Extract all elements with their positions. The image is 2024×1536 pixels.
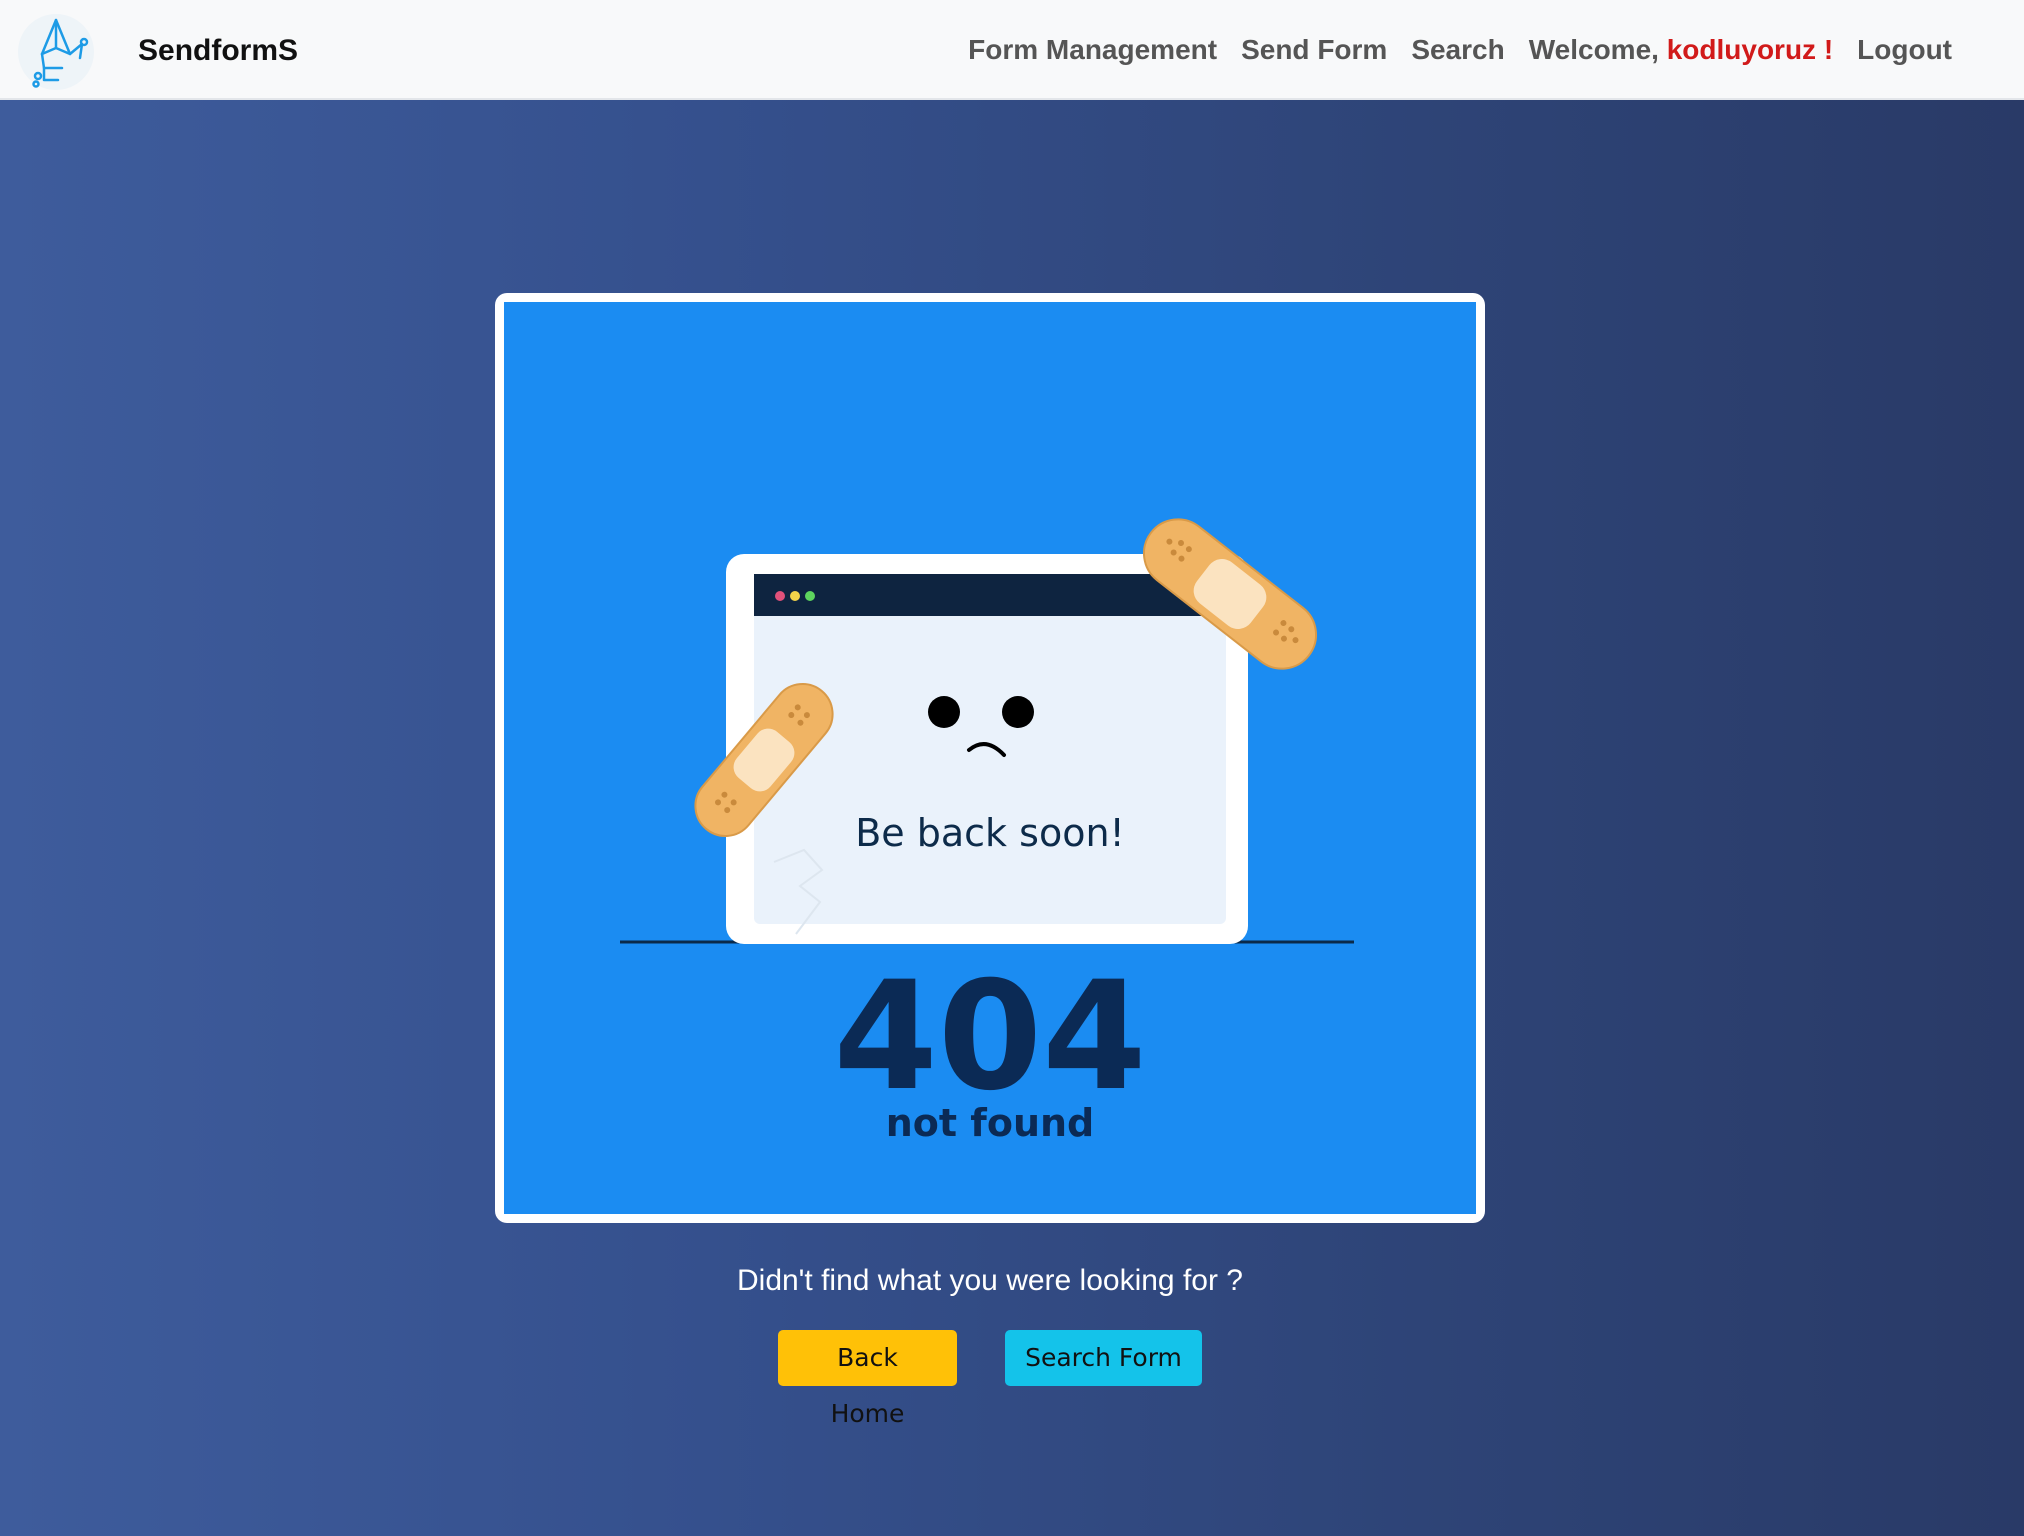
welcome-prefix: Welcome, bbox=[1528, 34, 1667, 65]
search-form-button[interactable]: Search Form bbox=[1005, 1330, 1202, 1386]
back-home-button[interactable]: Back Home bbox=[778, 1330, 957, 1428]
404-illustration: Be back soon! 404 not found bbox=[504, 302, 1476, 1214]
nav-logout[interactable]: Logout bbox=[1857, 34, 1952, 66]
welcome-suffix: ! bbox=[1816, 34, 1834, 65]
not-found-prompt: Didn't find what you were looking for ? bbox=[736, 1264, 1243, 1297]
error-code: 404 bbox=[833, 950, 1146, 1124]
not-found-text: not found bbox=[886, 1101, 1095, 1145]
nav-links: Form Management Send Form Search Welcome… bbox=[968, 34, 1952, 66]
action-buttons: Back Home Search Form bbox=[778, 1330, 1202, 1428]
navbar: SendformS Form Management Send Form Sear… bbox=[0, 0, 2024, 100]
username: kodluyoruz bbox=[1666, 34, 1817, 65]
nav-send-form[interactable]: Send Form bbox=[1241, 34, 1387, 66]
nav-form-management[interactable]: Form Management bbox=[968, 34, 1217, 66]
brand-name[interactable]: SendformS bbox=[138, 34, 298, 68]
nav-search[interactable]: Search bbox=[1411, 34, 1504, 66]
brand-logo-icon[interactable] bbox=[18, 14, 94, 90]
error-card: Be back soon! 404 not found bbox=[495, 293, 1485, 1223]
be-back-soon-text: Be back soon! bbox=[855, 811, 1125, 855]
welcome-message: Welcome, kodluyoruz ! bbox=[1529, 34, 1833, 66]
